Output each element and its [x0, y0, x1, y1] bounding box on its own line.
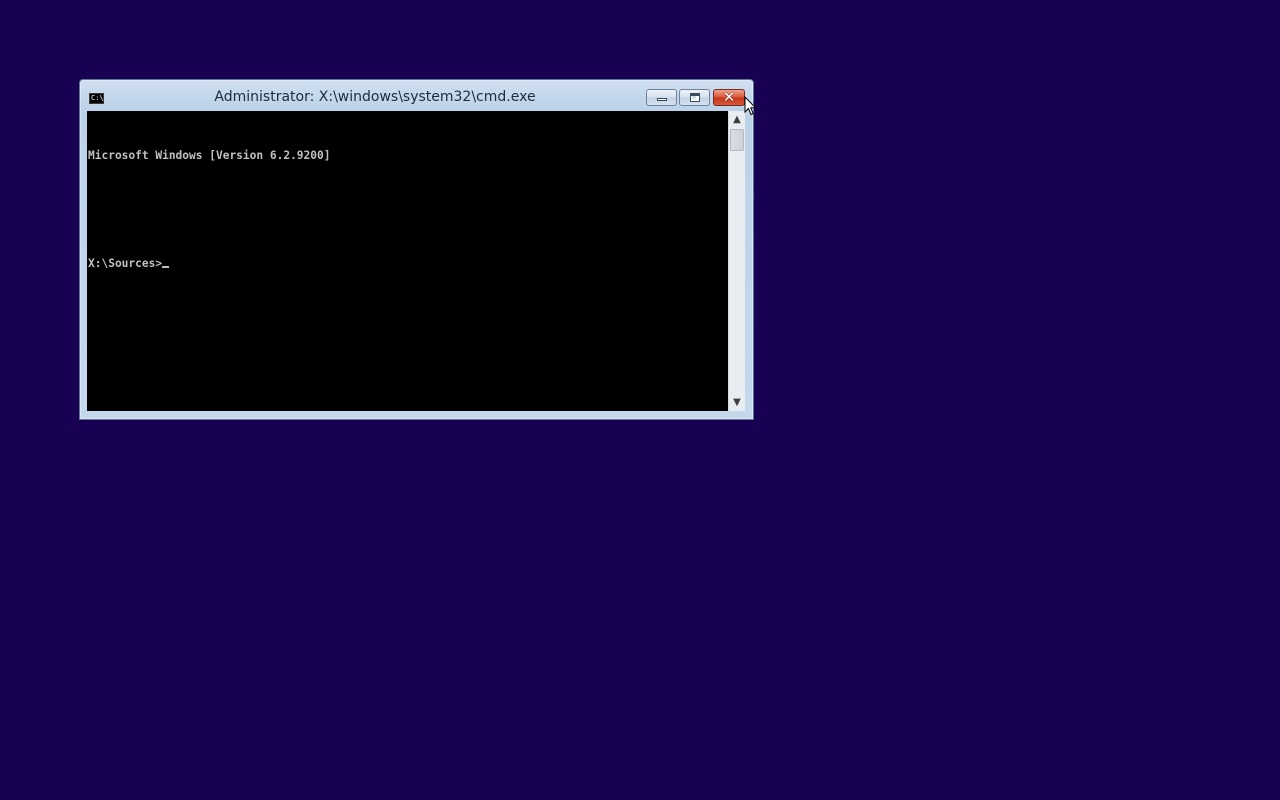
console-text: Microsoft Windows [Version 6.2.9200] X:\… [87, 111, 728, 309]
maximize-button[interactable] [679, 89, 710, 106]
maximize-icon [690, 93, 700, 102]
chevron-down-icon: ▼ [733, 397, 741, 408]
console-prompt-line[interactable]: X:\Sources> [88, 255, 728, 273]
window-title: Administrator: X:\windows\system32\cmd.e… [214, 89, 536, 105]
title-bar[interactable]: C:\. Administrator: X:\windows\system32\… [80, 80, 753, 111]
chevron-up-icon: ▲ [733, 114, 741, 125]
minimize-button[interactable] [646, 89, 677, 106]
minimize-icon [657, 98, 667, 101]
vertical-scrollbar[interactable]: ▲ ▼ [728, 111, 745, 411]
desktop-background: C:\. Administrator: X:\windows\system32\… [0, 0, 1280, 800]
console-line-blank [88, 201, 728, 219]
text-cursor [162, 266, 170, 268]
console-line-version: Microsoft Windows [Version 6.2.9200] [88, 149, 331, 162]
close-button[interactable]: ✕ [713, 88, 745, 106]
scroll-thumb[interactable] [730, 129, 744, 151]
mouse-pointer-icon [744, 96, 757, 116]
scroll-down-button[interactable]: ▼ [729, 394, 745, 411]
console-output[interactable]: Microsoft Windows [Version 6.2.9200] X:\… [87, 111, 728, 411]
cmd-window[interactable]: C:\. Administrator: X:\windows\system32\… [79, 79, 754, 420]
scroll-up-button[interactable]: ▲ [729, 111, 745, 128]
close-icon: ✕ [722, 88, 736, 106]
console-prompt: X:\Sources> [88, 257, 163, 270]
